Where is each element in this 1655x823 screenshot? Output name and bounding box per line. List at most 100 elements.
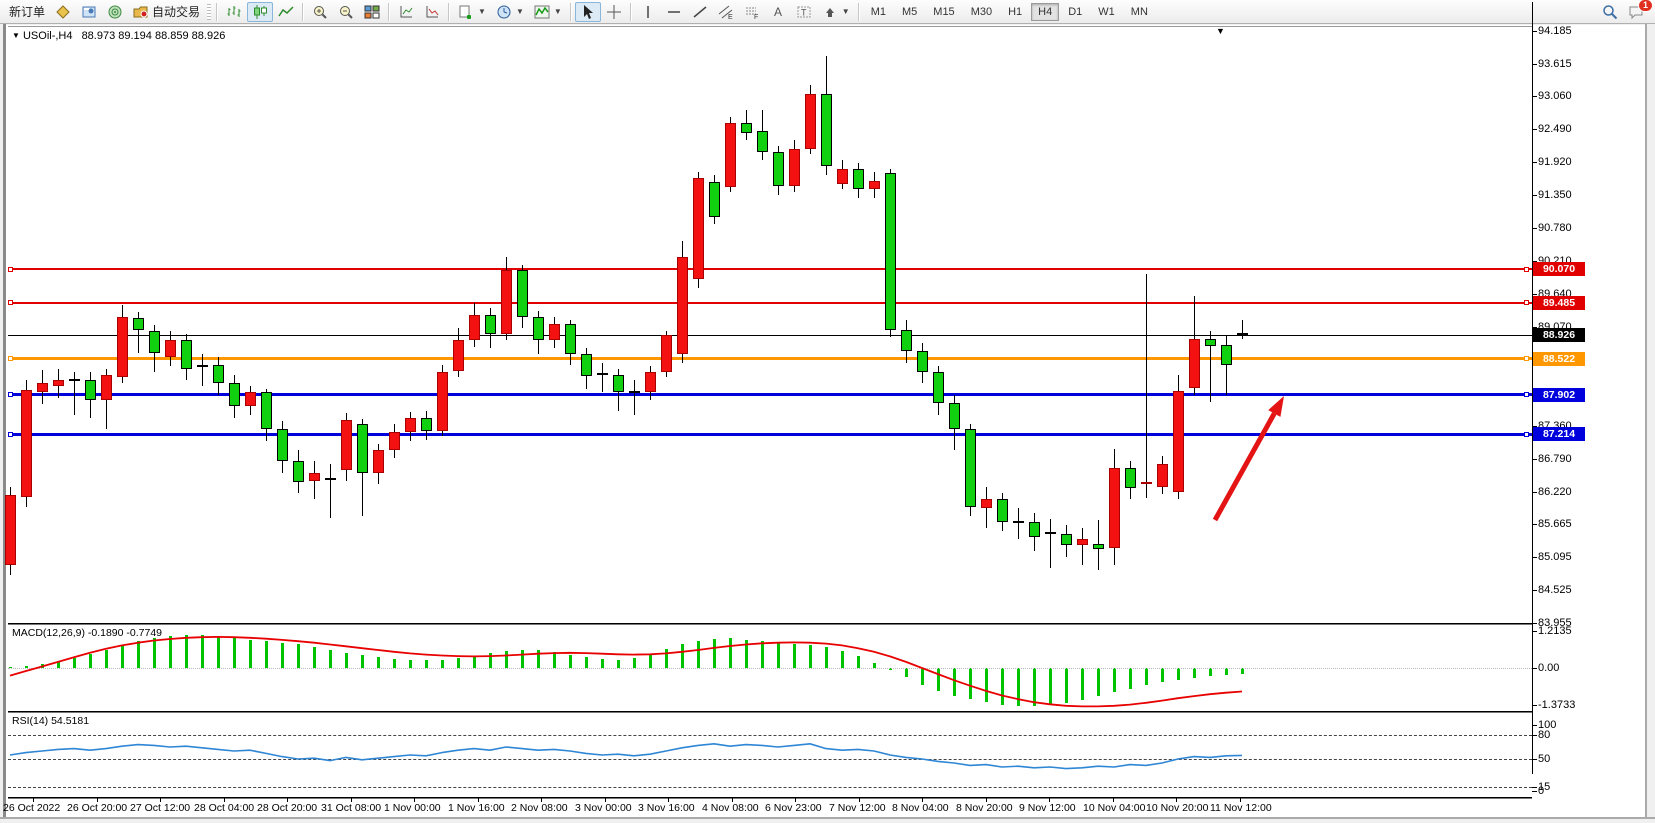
candle [901,330,912,351]
timeframe-button-m1[interactable]: M1 [864,3,893,21]
scroll-to-end-marker[interactable]: ▼ [1216,26,1225,36]
autotrading-button[interactable]: 自动交易 [128,1,205,22]
time-tick-mark [414,798,415,802]
horizontal-line-button[interactable] [661,2,687,22]
rsi-tick-mark [1532,787,1537,788]
macd-histogram-bar [905,668,908,677]
macd-histogram-bar [681,644,684,668]
new-chart-button[interactable]: ▼ [453,2,491,22]
crosshair-button[interactable] [601,2,627,22]
text-button[interactable]: A [765,2,791,22]
price-tick-label: 86.220 [1538,486,1572,498]
line-handle[interactable] [8,267,13,272]
time-tick-mark [97,798,98,802]
arrows-button[interactable]: ▼ [817,2,855,22]
rsi-level-line [8,759,1532,760]
macd-histogram-bar [953,668,956,696]
cursor-button[interactable] [575,2,601,22]
indicators-button[interactable]: ▼ [529,2,567,22]
macd-tick-mark [1532,705,1537,706]
candle [1125,468,1136,488]
timeframe-button-d1[interactable]: D1 [1061,3,1089,21]
toolbar-separator [630,3,632,21]
line-handle[interactable] [1524,432,1529,437]
macd-histogram-bar [601,659,604,668]
candle [181,340,192,369]
price-level-line[interactable] [8,433,1532,436]
price-tick-mark [1532,64,1537,65]
line-handle[interactable] [8,432,13,437]
time-tick-mark [1113,798,1114,802]
line-chart-button[interactable] [273,2,299,22]
fibonacci-button[interactable]: F [739,2,765,22]
price-level-line[interactable] [8,357,1532,360]
timeframe-button-m30[interactable]: M30 [964,3,999,21]
price-tick-label: 92.490 [1538,123,1572,135]
text-label-button[interactable]: T [791,2,817,22]
vertical-line-button[interactable] [635,2,661,22]
timeframe-button-m15[interactable]: M15 [926,3,961,21]
line-handle[interactable] [1524,267,1529,272]
price-level-line[interactable] [8,302,1532,304]
candle [789,149,800,187]
data-window-button[interactable] [76,2,102,22]
window-frame-left [3,24,6,819]
notifications-button[interactable]: 1 [1623,2,1649,22]
zoom-in-button[interactable] [307,2,333,22]
timeframe-button-h4[interactable]: H4 [1031,3,1059,21]
symbol-dropdown-icon[interactable]: ▼ [12,31,20,40]
symbol-period-label: USOil-,H4 [23,30,73,42]
candle-wick [1082,528,1083,566]
candlestick-chart-button[interactable] [247,2,273,22]
profile-button[interactable] [393,2,419,22]
line-handle[interactable] [8,392,13,397]
tile-windows-button[interactable] [359,2,385,22]
time-axis-label: 10 Nov 20:00 [1146,802,1208,814]
line-handle[interactable] [8,356,13,361]
toolbar-separator [388,3,390,21]
time-axis-label: 11 Nov 12:00 [1210,802,1272,814]
time-tick-mark [668,798,669,802]
price-tick-label: 84.525 [1538,584,1572,596]
line-handle[interactable] [8,300,13,305]
bar-chart-button[interactable] [221,2,247,22]
market-watch-icon [55,4,71,20]
search-button[interactable] [1597,2,1623,22]
market-watch-button[interactable] [50,2,76,22]
macd-histogram-bar [57,661,60,668]
candle [965,429,976,507]
price-level-line[interactable] [8,335,1532,336]
candle-wick [602,363,603,392]
price-tick-label: 85.665 [1538,518,1572,530]
candle [1237,333,1248,336]
rsi-level-line [8,735,1532,736]
data-window-icon [81,4,97,20]
navigator-button[interactable] [102,2,128,22]
macd-histogram-bar [1001,668,1004,705]
timeframe-button-mn[interactable]: MN [1124,3,1155,21]
line-handle[interactable] [1524,392,1529,397]
profile-alt-button[interactable] [419,2,445,22]
macd-histogram-bar [521,650,524,668]
line-handle[interactable] [1524,300,1529,305]
trendline-button[interactable] [687,2,713,22]
time-axis-label: 9 Nov 12:00 [1019,802,1076,814]
new-order-label: 新订单 [9,3,45,20]
horizontal-line-icon [666,4,682,20]
pane-separator-bottom [8,797,1532,799]
macd-histogram-bar [937,668,940,691]
new-order-button[interactable]: 新订单 [4,1,50,22]
channel-button[interactable]: E [713,2,739,22]
price-level-line[interactable] [8,268,1532,270]
timeframe-button-m5[interactable]: M5 [895,3,924,21]
line-handle[interactable] [1524,356,1529,361]
zoom-out-button[interactable] [333,2,359,22]
timeframe-button-h1[interactable]: H1 [1001,3,1029,21]
macd-histogram-bar [265,641,268,668]
macd-histogram-bar [425,660,428,668]
period-button[interactable]: ▼ [491,2,529,22]
price-tick-label: 86.790 [1538,453,1572,465]
price-tick-mark [1532,228,1537,229]
toolbar-separator [302,3,304,21]
timeframe-button-w1[interactable]: W1 [1091,3,1122,21]
